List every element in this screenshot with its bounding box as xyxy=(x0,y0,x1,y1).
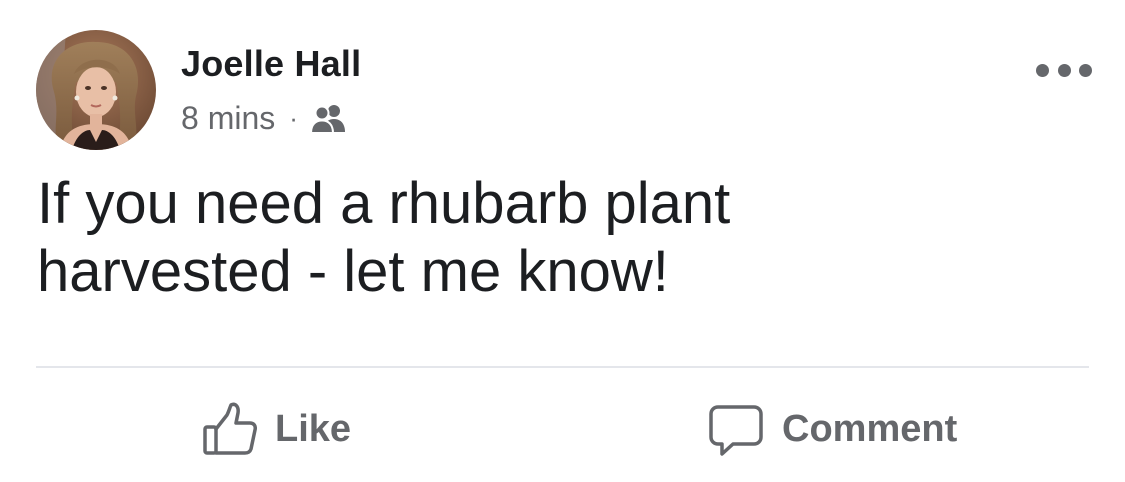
post-card: Joelle Hall 8 mins · If you need a rhuba… xyxy=(0,0,1125,482)
more-dot xyxy=(1036,63,1049,77)
profile-photo xyxy=(36,30,156,150)
comment-button[interactable]: Comment xyxy=(708,398,957,460)
post-message: If you need a rhubarb plant harvested - … xyxy=(37,171,731,304)
meta-separator: · xyxy=(289,103,298,133)
more-dot xyxy=(1057,63,1071,77)
comment-bubble-icon xyxy=(709,405,763,456)
like-button[interactable]: Like xyxy=(201,398,351,460)
post-meta: 8 mins · xyxy=(181,98,348,138)
friends-icon[interactable] xyxy=(309,103,348,134)
comment-label: Comment xyxy=(782,407,958,450)
actions-divider xyxy=(36,366,1089,368)
author-name[interactable]: Joelle Hall xyxy=(181,43,361,85)
more-options-icon[interactable] xyxy=(1036,52,1092,88)
thumbs-up-icon xyxy=(203,402,257,455)
post-timestamp[interactable]: 8 mins xyxy=(181,100,275,137)
like-label: Like xyxy=(275,407,352,450)
more-dot xyxy=(1079,63,1092,77)
author-avatar[interactable] xyxy=(36,30,156,150)
